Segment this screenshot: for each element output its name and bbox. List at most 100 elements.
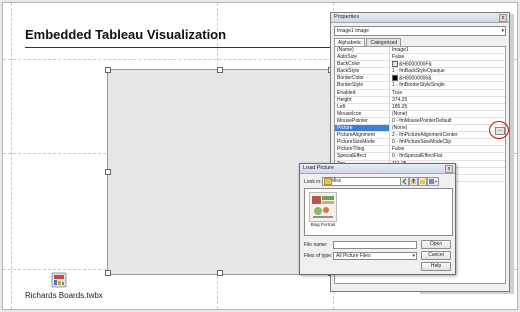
property-value-text: &H80000006& xyxy=(399,75,432,82)
file-name-input[interactable] xyxy=(333,241,417,249)
property-row[interactable]: PictureTiling False xyxy=(335,146,505,154)
property-value[interactable]: 0 - fmSpecialEffectFlat xyxy=(390,153,505,159)
property-row[interactable]: SpecialEffect 0 - fmSpecialEffectFlat xyxy=(335,153,505,161)
resize-handle-top-left[interactable] xyxy=(105,67,111,73)
property-name: MouseIcon xyxy=(335,110,390,117)
object-selector[interactable]: Image1 Image ▾ xyxy=(334,26,506,36)
properties-tabs: Alphabetic Categorized xyxy=(334,38,506,46)
property-value-text: True xyxy=(392,89,403,96)
property-row[interactable]: AutoSize False xyxy=(335,54,505,62)
property-row[interactable]: BorderStyle 1 - fmBorderStyleSingle xyxy=(335,82,505,90)
file-list[interactable]: Blog Portrait xyxy=(304,188,453,236)
tableau-workbook-icon[interactable] xyxy=(50,272,68,288)
property-value[interactable]: 1 - fmBackStyleOpaque xyxy=(390,68,505,74)
file-thumbnail[interactable] xyxy=(309,192,337,222)
up-folder-icon[interactable] xyxy=(409,177,418,186)
highlight-circle xyxy=(489,121,509,139)
property-name: BorderStyle xyxy=(335,82,390,89)
file-name-label: File name: xyxy=(304,242,328,248)
resize-handle-middle-left[interactable] xyxy=(105,169,111,175)
property-name: SpecialEffect xyxy=(335,153,390,160)
resize-handle-bottom-center[interactable] xyxy=(217,270,223,276)
title-underline xyxy=(25,47,335,48)
property-value[interactable]: Image1 xyxy=(390,47,505,53)
look-in-select[interactable]: Misc ▾ xyxy=(322,177,406,186)
close-icon[interactable]: x xyxy=(445,165,453,173)
property-value[interactable]: False xyxy=(390,146,505,152)
back-icon[interactable] xyxy=(400,177,409,186)
color-swatch-icon xyxy=(392,61,398,68)
chevron-down-icon: ▾ xyxy=(412,253,415,259)
property-row[interactable]: Enabled True xyxy=(335,89,505,97)
property-row[interactable]: PictureAlignment 2 - fmPictureAlignmentCe… xyxy=(335,132,505,140)
property-row[interactable]: BackColor &H8000000F& xyxy=(335,61,505,69)
property-value-text: &H8000000F& xyxy=(399,61,432,68)
workbook-filename[interactable]: Richards Boards.twbx xyxy=(25,291,103,300)
load-picture-dialog: Load Picture x Look in: Misc ▾ Blog Port… xyxy=(299,163,456,275)
view-menu-icon[interactable] xyxy=(427,177,439,186)
property-name: Enabled xyxy=(335,89,390,96)
property-value-text: (None) xyxy=(392,110,408,117)
property-row[interactable]: PictureSizeMode 0 - fmPictureSizeModeClip xyxy=(335,139,505,147)
property-value[interactable]: False xyxy=(390,54,505,60)
property-name: BorderColor xyxy=(335,75,390,82)
property-value-text: 0 - fmMousePointerDefault xyxy=(392,117,452,124)
tab-alphabetic[interactable]: Alphabetic xyxy=(334,38,366,46)
property-name: PictureSizeMode xyxy=(335,139,390,146)
property-value[interactable]: &H80000006& xyxy=(390,75,505,81)
property-value-text: 0 - fmSpecialEffectFlat xyxy=(392,153,443,160)
property-value-text: (None) xyxy=(392,125,408,132)
object-selector-value: Image1 Image xyxy=(337,28,369,34)
guide-line xyxy=(11,3,12,309)
page-title: Embedded Tableau Visualization xyxy=(25,27,227,42)
property-row[interactable]: Picture (None) xyxy=(335,125,505,133)
property-value[interactable]: 185.25 xyxy=(390,104,505,110)
open-button[interactable]: Open xyxy=(421,240,451,249)
property-value-text: False xyxy=(392,146,405,153)
property-value[interactable]: 0 - fmPictureSizeModeClip xyxy=(390,139,505,145)
property-name: Left xyxy=(335,103,390,110)
property-row[interactable]: MousePointer 0 - fmMousePointerDefault xyxy=(335,117,505,126)
property-name: PictureTiling xyxy=(335,146,390,153)
property-row[interactable]: Left 185.25 xyxy=(335,103,505,111)
chevron-down-icon: ▾ xyxy=(501,28,504,34)
property-value[interactable]: 2 - fmPictureAlignmentCenter xyxy=(390,132,505,138)
close-icon[interactable]: x xyxy=(499,14,507,22)
tab-categorized[interactable]: Categorized xyxy=(366,38,402,46)
property-name: (Name) xyxy=(335,47,390,54)
color-swatch-icon xyxy=(392,75,398,82)
file-type-select[interactable]: All Picture Files ▾ xyxy=(333,252,417,260)
resize-handle-top-center[interactable] xyxy=(217,67,223,73)
property-row[interactable]: BackStyle 1 - fmBackStyleOpaque xyxy=(335,68,505,76)
file-name[interactable]: Blog Portrait xyxy=(308,222,338,227)
look-in-label: Look in: xyxy=(304,179,322,185)
property-row[interactable]: (Name) Image1 xyxy=(335,47,505,55)
property-value[interactable]: 1 - fmBorderStyleSingle xyxy=(390,82,505,88)
property-value[interactable]: &H8000000F& xyxy=(390,61,505,67)
property-row[interactable]: Height 374.25 xyxy=(335,96,505,104)
property-value-text: Image1 xyxy=(392,47,409,53)
property-row[interactable]: MouseIcon (None) xyxy=(335,110,505,118)
help-button[interactable]: Help xyxy=(421,262,451,271)
dialog-title: Load Picture xyxy=(300,164,455,174)
property-value-text: 374.25 xyxy=(392,96,408,103)
cancel-button[interactable]: Cancel xyxy=(421,251,451,260)
property-row[interactable]: BorderColor &H80000006& xyxy=(335,75,505,83)
property-value-text: 0 - fmPictureSizeModeClip xyxy=(392,139,452,146)
property-value[interactable]: (None) xyxy=(390,125,505,131)
property-value[interactable]: True xyxy=(390,90,505,96)
new-folder-icon[interactable] xyxy=(418,177,427,186)
property-value-text: 1 - fmBackStyleOpaque xyxy=(392,68,445,75)
property-name: PictureAlignment xyxy=(335,132,390,139)
resize-handle-bottom-left[interactable] xyxy=(105,270,111,276)
property-value-text: 185.25 xyxy=(392,103,408,110)
property-value[interactable]: 0 - fmMousePointerDefault xyxy=(390,118,505,124)
file-type-value: All Picture Files xyxy=(336,253,371,259)
property-value[interactable]: (None) xyxy=(390,111,505,117)
folder-icon xyxy=(324,178,332,185)
properties-title: Properties xyxy=(331,13,509,23)
property-value[interactable]: 374.25 xyxy=(390,97,505,103)
property-value-text: 2 - fmPictureAlignmentCenter xyxy=(392,132,458,139)
file-type-label: Files of type: xyxy=(304,253,333,259)
property-value-text: False xyxy=(392,54,405,61)
